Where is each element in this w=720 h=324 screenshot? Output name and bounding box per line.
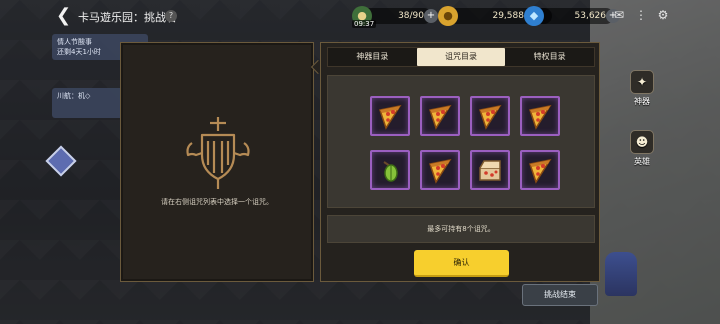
curse-slot[interactable] bbox=[370, 96, 410, 136]
top-icon-group: ✉ ⋮ ⚙ bbox=[612, 8, 670, 22]
player-character bbox=[605, 252, 637, 296]
curse-slot[interactable] bbox=[470, 150, 510, 190]
back-arrow-icon[interactable]: ❮ bbox=[56, 6, 72, 26]
artifact-icon: ✦ bbox=[630, 70, 654, 94]
hero-icon: ☻ bbox=[630, 130, 654, 154]
pizza-slice-icon bbox=[429, 104, 452, 130]
pizza-slice-icon bbox=[479, 104, 502, 130]
gem-icon: ◆ bbox=[524, 6, 544, 26]
artifact-button[interactable]: ✦ 神器 bbox=[628, 70, 656, 107]
chat-icon[interactable]: ✉ bbox=[612, 8, 626, 22]
curse-detail-panel: 请在右侧诅咒列表中选择一个诅咒。 bbox=[120, 42, 314, 282]
confirm-button[interactable]: 确认 bbox=[414, 250, 509, 277]
catalog-tabs: 神器目录 诅咒目录 特权目录 bbox=[327, 47, 595, 67]
curse-grid bbox=[327, 75, 595, 208]
menu-icon[interactable]: ⋮ bbox=[634, 8, 648, 22]
curse-slot[interactable] bbox=[520, 96, 560, 136]
select-curse-hint: 请在右侧诅咒列表中选择一个诅咒。 bbox=[161, 198, 273, 206]
curse-limit-info: 最多可持有8个诅咒。 bbox=[327, 215, 595, 243]
pizza-slice-icon bbox=[429, 158, 452, 184]
pizza-slice-icon bbox=[379, 104, 402, 130]
pizza-slice-icon bbox=[529, 158, 552, 184]
curse-slot[interactable] bbox=[470, 96, 510, 136]
pizza-slice-icon bbox=[529, 104, 552, 130]
top-bar: ❮ 卡马遊乐园：挑战者 ? ● 38/90 + 09:37 ● 29,588,0… bbox=[0, 0, 720, 34]
curse-slot[interactable] bbox=[420, 150, 460, 190]
gold-coin-icon: ● bbox=[438, 6, 458, 26]
stamina-value: 38/90 bbox=[398, 11, 424, 21]
curse-slot[interactable] bbox=[520, 150, 560, 190]
curse-catalog-panel: 神器目录 诅咒目录 特权目录 最多可持有8个诅咒。 确认 bbox=[320, 42, 600, 282]
shield-sword-emblem-icon bbox=[186, 117, 250, 189]
end-challenge-button[interactable]: 挑战结束 bbox=[522, 284, 598, 306]
tab-artifact-catalog[interactable]: 神器目录 bbox=[328, 48, 417, 66]
leaf-sprout-icon bbox=[383, 161, 398, 182]
gem-value: 53,626 bbox=[574, 11, 607, 21]
add-stamina-button[interactable]: + bbox=[424, 9, 438, 23]
tab-curse-catalog[interactable]: 诅咒目录 bbox=[416, 48, 506, 66]
hero-label: 英雄 bbox=[634, 157, 650, 166]
gear-icon[interactable]: ⚙ bbox=[656, 8, 670, 22]
help-icon[interactable]: ? bbox=[165, 10, 177, 22]
stamina-timer: 09:37 bbox=[352, 20, 377, 28]
page-title: 卡马遊乐园：挑战者 bbox=[78, 12, 177, 24]
tab-privilege-catalog[interactable]: 特权目录 bbox=[505, 48, 594, 66]
hero-button[interactable]: ☻ 英雄 bbox=[628, 130, 656, 167]
curse-slot[interactable] bbox=[370, 150, 410, 190]
artifact-label: 神器 bbox=[634, 97, 650, 106]
curse-slot[interactable] bbox=[420, 96, 460, 136]
pizza-box-icon bbox=[479, 160, 501, 181]
gem-counter: ◆ 53,626 + bbox=[524, 6, 620, 26]
